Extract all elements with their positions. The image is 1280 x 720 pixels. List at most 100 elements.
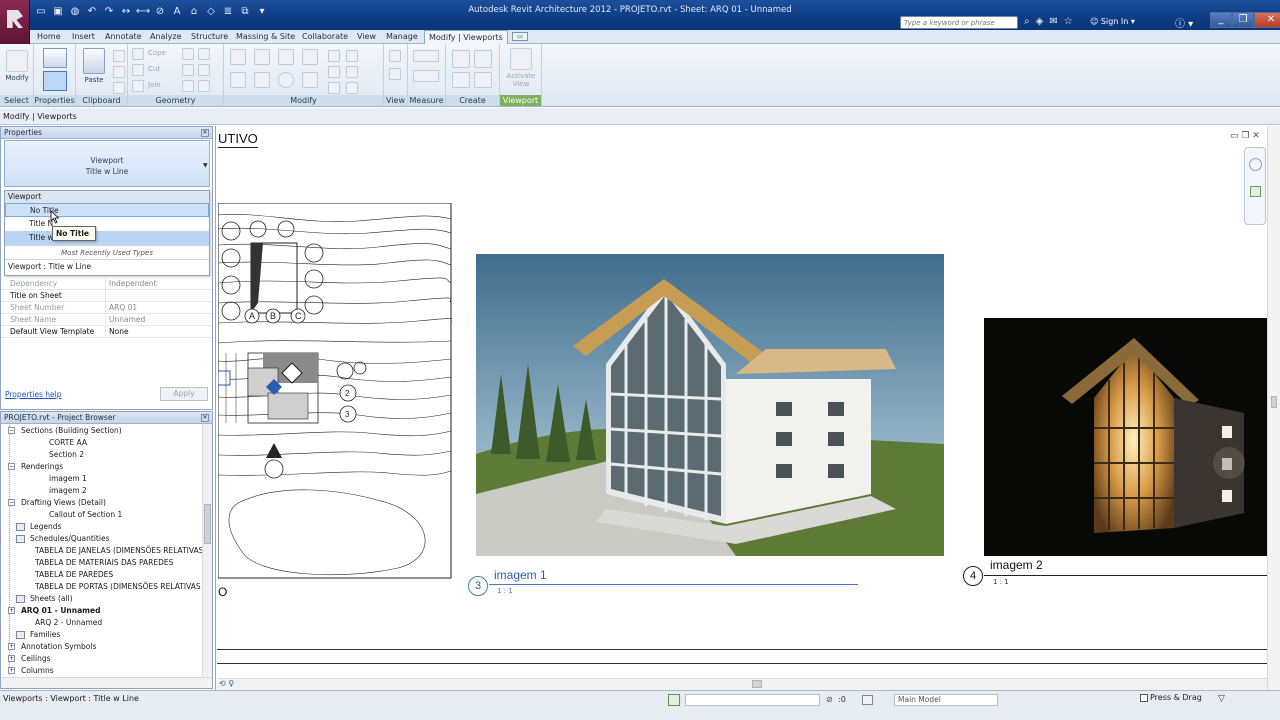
wall-joins-icon[interactable] [182, 48, 194, 60]
design-option-dropdown[interactable]: Main Model [894, 694, 998, 706]
zoom-icon[interactable] [1250, 186, 1261, 197]
canvas-horizontal-scrollbar[interactable] [217, 678, 1267, 690]
expand-toggle-icon[interactable]: + [8, 655, 15, 662]
help-icon[interactable]: ⓘ ▾ [1175, 15, 1193, 30]
unpin-icon[interactable] [328, 82, 340, 94]
canvas-vertical-scrollbar[interactable] [1267, 126, 1280, 690]
tab-massing-site[interactable]: Massing & Site [236, 30, 295, 44]
active-workset-dropdown[interactable] [685, 694, 820, 706]
expand-toggle-icon[interactable]: + [8, 643, 15, 650]
mirror-axis-icon[interactable] [278, 49, 294, 65]
browser-horizontal-scrollbar[interactable] [1, 677, 212, 688]
browser-tree-item[interactable]: Columns [21, 665, 54, 677]
align-icon[interactable] [230, 49, 246, 65]
browser-tree-item[interactable]: imagem 1 [49, 473, 87, 485]
expand-toggle-icon[interactable]: + [8, 607, 15, 614]
mirror-line-icon[interactable] [302, 49, 318, 65]
override-graphics-icon[interactable] [389, 68, 401, 80]
viewport-imagem-1-render[interactable] [476, 254, 944, 556]
property-row[interactable]: Sheet Number ARQ 01 [1, 302, 212, 314]
browser-tree-item[interactable]: imagem 2 [49, 485, 87, 497]
copy-icon[interactable] [113, 66, 125, 78]
browser-vertical-scrollbar[interactable] [202, 424, 212, 677]
join-button[interactable]: Join [148, 81, 161, 89]
tab-home[interactable]: Home [37, 30, 61, 44]
undo-icon[interactable]: ↶ [85, 4, 99, 18]
browser-tree-item[interactable]: Families [30, 629, 60, 641]
viewport-3-title[interactable]: imagem 1 [494, 568, 547, 582]
worksets-icon[interactable] [668, 694, 680, 706]
modify-button[interactable]: Modify [4, 50, 30, 82]
demolish-icon[interactable] [198, 64, 210, 76]
cope-button[interactable]: Cope [148, 49, 166, 57]
dropdown-current-type[interactable]: Viewport : Title w Line [5, 259, 209, 273]
array-icon[interactable] [346, 50, 358, 62]
collapse-toggle-icon[interactable]: − [0, 631, 1, 638]
viewport-4-title[interactable]: imagem 2 [990, 558, 1043, 572]
search-input[interactable]: Type a keyword or phrase [900, 16, 1018, 29]
favorites-icon[interactable]: ☆ [1064, 16, 1073, 27]
activate-view-button[interactable]: Activate View [506, 48, 536, 88]
remove-paint-icon[interactable] [198, 80, 210, 92]
tab-collaborate[interactable]: Collaborate [302, 30, 348, 44]
unjoin-icon[interactable] [182, 80, 194, 92]
apply-button[interactable]: Apply [160, 387, 208, 401]
browser-tree-item[interactable]: ARQ 2 - Unnamed [35, 617, 102, 629]
collapse-toggle-icon[interactable]: − [0, 595, 1, 602]
selection-filter-icon[interactable]: ▽ [1218, 694, 1225, 704]
rotate-icon[interactable] [278, 72, 294, 88]
canvas-scroll-thumb[interactable] [1271, 396, 1277, 408]
application-menu-button[interactable] [0, 0, 30, 44]
paint-icon[interactable] [182, 64, 194, 76]
tag-icon[interactable]: ⊘ [153, 4, 167, 18]
text-icon[interactable]: A [170, 4, 184, 18]
delete-icon[interactable] [346, 82, 358, 94]
steering-wheel-icon[interactable] [1249, 158, 1262, 171]
close-browser-icon[interactable]: ✕ [201, 414, 209, 422]
dimension-icon[interactable]: ⟷ [136, 4, 150, 18]
create-parts-icon[interactable] [474, 50, 492, 68]
tab-view[interactable]: View [357, 30, 376, 44]
split-face-icon[interactable] [198, 48, 210, 60]
cope-icon[interactable] [132, 48, 144, 60]
close-button[interactable]: ✕ [1254, 12, 1280, 28]
type-properties-icon[interactable] [43, 48, 67, 68]
property-row[interactable]: Default View Template None [1, 326, 212, 338]
browser-tree-item[interactable]: CORTE AA [49, 437, 87, 449]
tab-manage[interactable]: Manage [386, 30, 418, 44]
filter-icon[interactable]: ⊘ [826, 695, 833, 704]
browser-tree-item[interactable]: Sheets (all) [30, 593, 73, 605]
trim-icon[interactable] [302, 72, 318, 88]
copy-element-icon[interactable] [254, 72, 270, 88]
ribbon-toggle-icon[interactable]: ▭ [512, 32, 528, 41]
tab-structure[interactable]: Structure [191, 30, 228, 44]
measure-distance-icon[interactable] [413, 50, 439, 62]
cut-icon[interactable] [113, 50, 125, 62]
split-icon[interactable] [328, 50, 340, 62]
offset-icon[interactable] [254, 49, 270, 65]
create-assembly-icon[interactable] [452, 50, 470, 68]
open-icon[interactable]: ▭ [34, 4, 48, 18]
collapse-toggle-icon[interactable]: − [0, 535, 1, 542]
section-icon[interactable]: ◇ [204, 4, 218, 18]
property-row[interactable]: Dependency Independent [1, 278, 212, 290]
close-properties-icon[interactable]: ✕ [201, 129, 209, 137]
property-row[interactable]: Title on Sheet [1, 290, 212, 302]
viewport-3-number[interactable]: 3 [468, 576, 488, 596]
restore-button[interactable]: ❐ [1232, 12, 1254, 28]
view-control-icons[interactable]: ⟲ ♀ [219, 679, 234, 688]
dropdown-item-title-n[interactable]: Title N [5, 217, 209, 231]
browser-tree-item[interactable]: Drafting Views (Detail) [21, 497, 106, 509]
sync-icon[interactable]: ◍ [68, 4, 82, 18]
measure-icon[interactable]: ↔ [119, 4, 133, 18]
3d-view-icon[interactable]: ⌂ [187, 4, 201, 18]
paste-button[interactable]: Paste [80, 48, 108, 84]
canvas-window-controls[interactable]: ▭ ❐ ✕ [1230, 131, 1260, 141]
browser-tree-item[interactable]: TABELA DE MATERIAIS DAS PAREDES [35, 557, 173, 569]
viewport-4-number[interactable]: 4 [963, 566, 983, 586]
browser-tree-item[interactable]: Ceilings [21, 653, 51, 665]
minimize-button[interactable]: _ [1210, 12, 1232, 28]
browser-tree-item[interactable]: Legends [30, 521, 61, 533]
property-row[interactable]: Sheet Name Unnamed [1, 314, 212, 326]
collapse-toggle-icon[interactable]: − [8, 463, 15, 470]
